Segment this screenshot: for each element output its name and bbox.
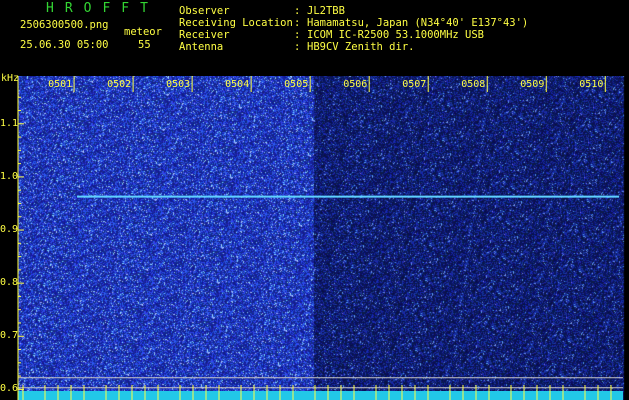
x-tick-label: 0506	[343, 79, 368, 90]
y-tick-label: 1.1	[0, 117, 19, 129]
y-tick-label: 1.0	[0, 170, 19, 182]
x-tick-label: 0510	[579, 79, 604, 90]
x-tick-label: 0509	[520, 79, 545, 90]
x-tick-label: 0504	[225, 79, 250, 90]
y-tick-label: 0.6	[0, 383, 19, 395]
x-tick-label: 0508	[461, 79, 486, 90]
x-tick-label: 0505	[284, 79, 309, 90]
x-tick-label: 0501	[48, 79, 73, 90]
y-axis-unit-label: kHz	[1, 73, 20, 84]
spectrogram-overlay	[17, 76, 623, 400]
y-tick-label: 0.9	[0, 224, 19, 236]
y-tick-label: 0.7	[0, 330, 19, 342]
x-tick-label: 0502	[107, 79, 132, 90]
x-tick-label: 0503	[166, 79, 191, 90]
y-tick-label: 0.8	[0, 277, 19, 289]
x-tick-label: 0507	[402, 79, 427, 90]
bottom-noise-band	[18, 391, 623, 400]
